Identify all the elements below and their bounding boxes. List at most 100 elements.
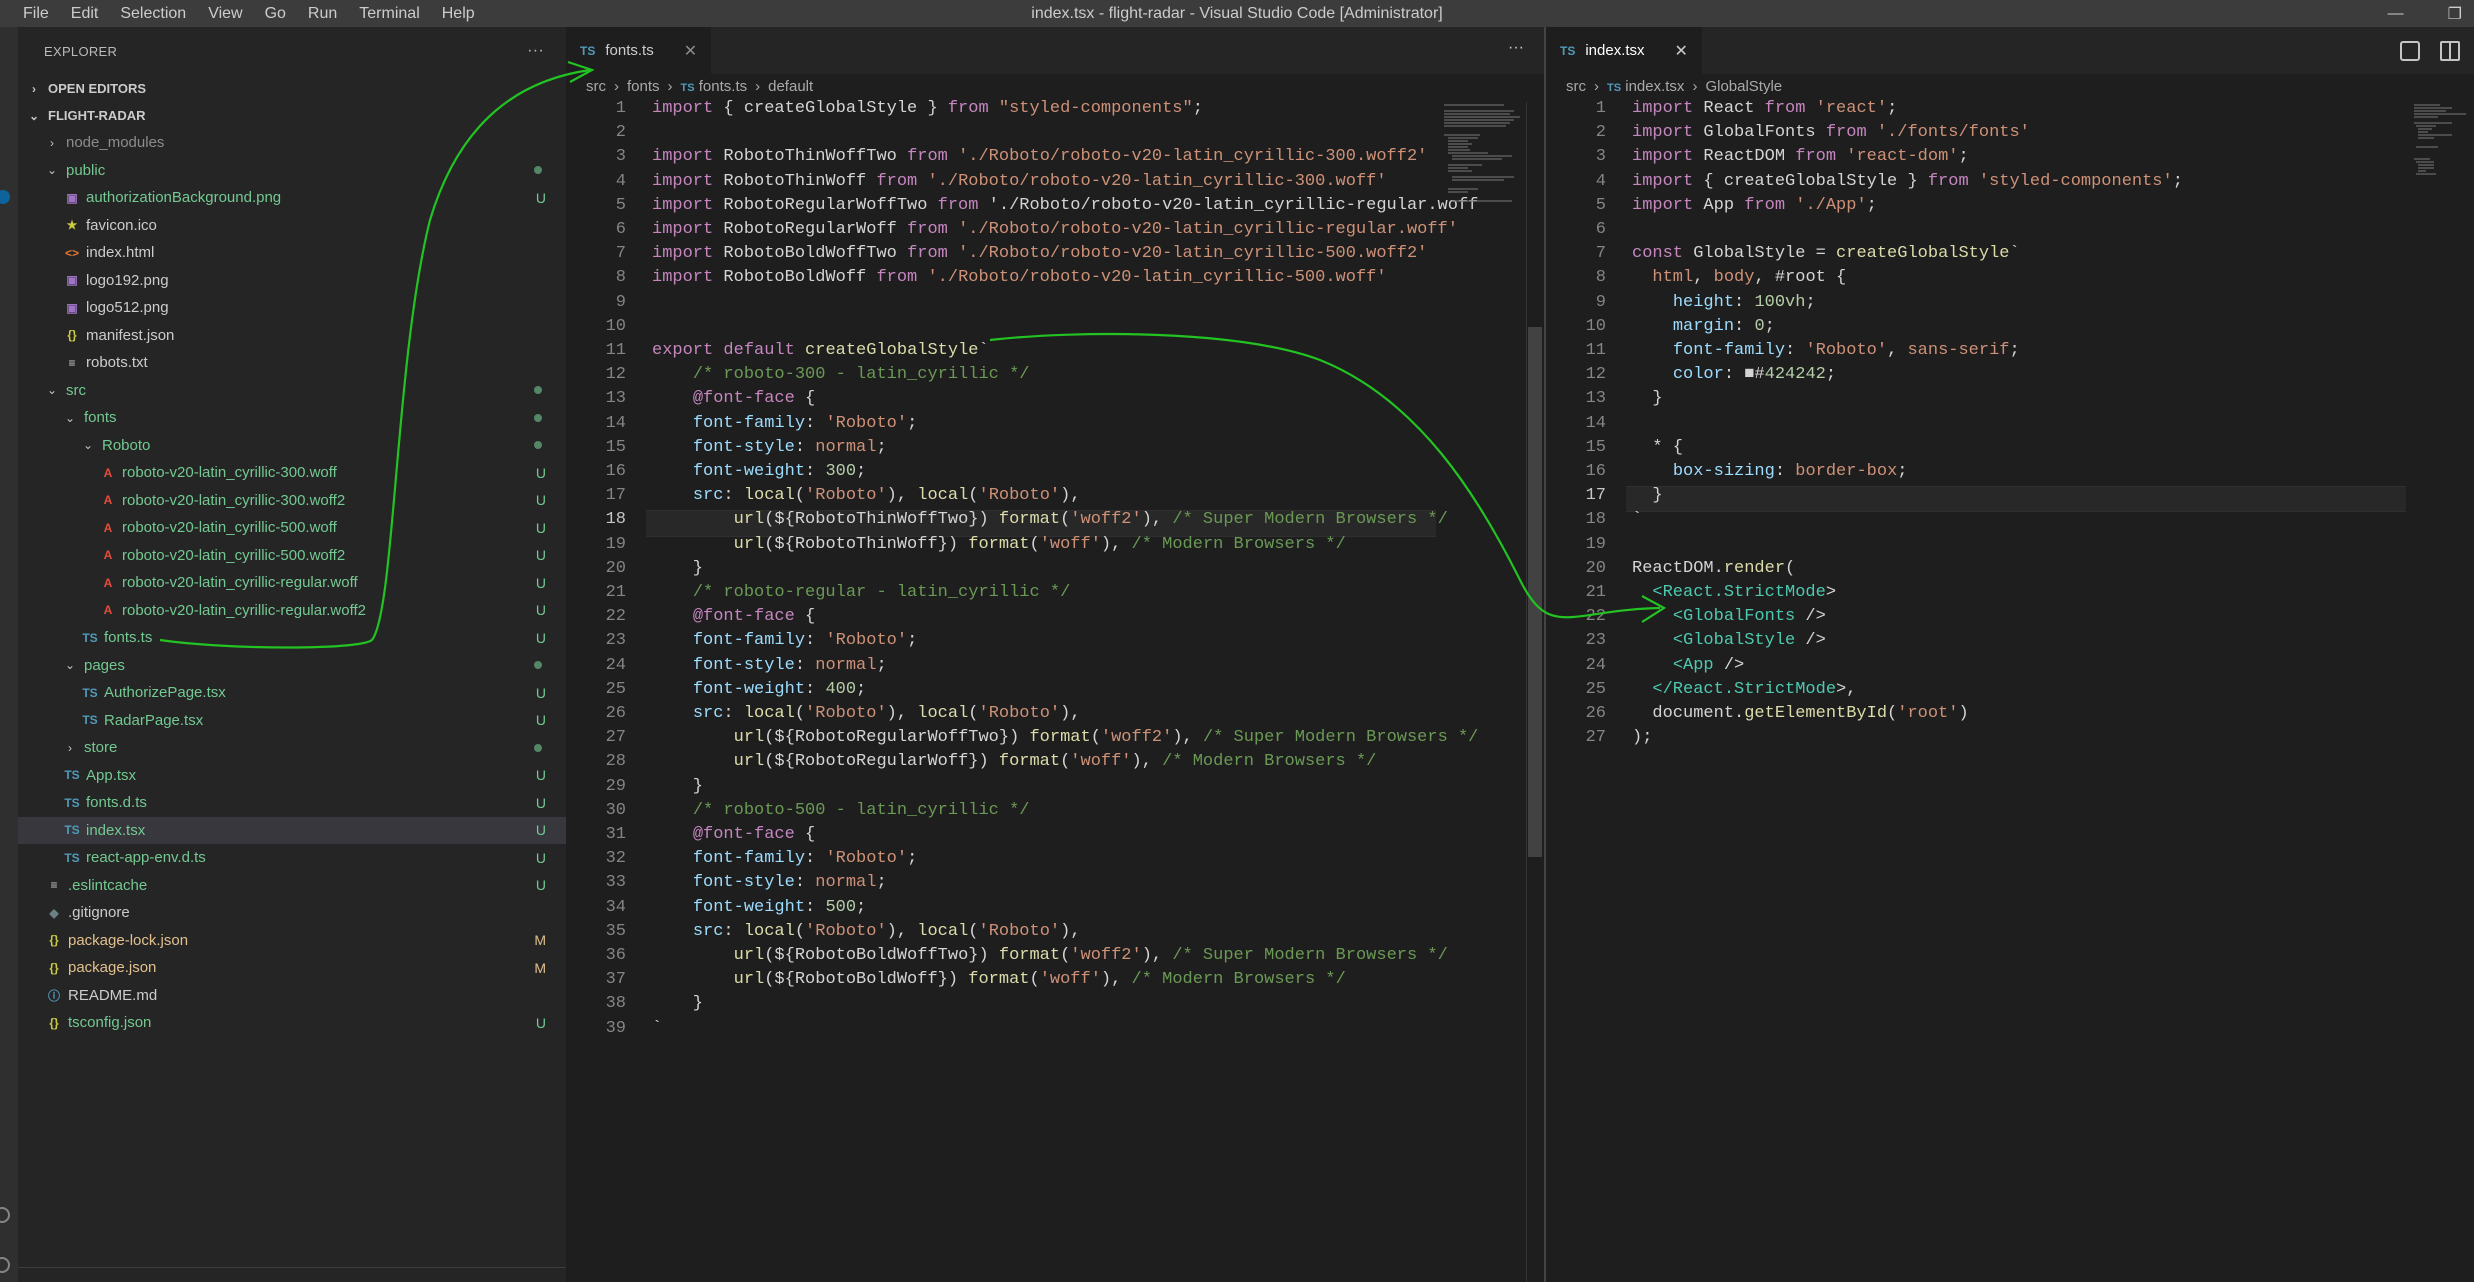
code-line[interactable]: </React.StrictMode>, bbox=[1632, 680, 1856, 699]
code-line[interactable]: import RobotoThinWoff from './Roboto/rob… bbox=[652, 172, 1387, 191]
menu-item-edit[interactable]: Edit bbox=[60, 5, 110, 23]
folder-store[interactable]: › store bbox=[18, 734, 566, 762]
folder-public[interactable]: ⌄ public bbox=[18, 157, 566, 185]
code-line[interactable]: font-family: 'Roboto', sans-serif; bbox=[1632, 341, 2020, 360]
explorer-more-button[interactable]: ··· bbox=[527, 42, 544, 60]
menu-item-file[interactable]: File bbox=[12, 5, 60, 23]
code-line[interactable]: font-style: normal; bbox=[652, 438, 887, 457]
file-package-json[interactable]: {} package.json M bbox=[18, 954, 566, 982]
account-icon[interactable] bbox=[0, 1207, 10, 1223]
breadcrumb-item[interactable]: fonts bbox=[627, 78, 660, 95]
code-line[interactable]: url(${RobotoThinWoffTwo}) format('woff2'… bbox=[652, 510, 1448, 529]
code-line[interactable]: url(${RobotoThinWoff}) format('woff'), /… bbox=[652, 535, 1346, 554]
code-line[interactable]: @font-face { bbox=[652, 607, 815, 626]
code-line[interactable]: import App from './App'; bbox=[1632, 196, 1877, 215]
file-tsconfig-json[interactable]: {} tsconfig.json U bbox=[18, 1009, 566, 1037]
folder-node-modules[interactable]: › node_modules bbox=[18, 129, 566, 157]
file-roboto-v20-latin-cyrillic-300-woff[interactable]: Aroboto-v20-latin_cyrillic-300.woff U bbox=[18, 459, 566, 487]
code-line[interactable]: src: local('Roboto'), local('Roboto'), bbox=[652, 922, 1081, 941]
code-line[interactable]: * { bbox=[1632, 438, 1683, 457]
code-line[interactable]: /* roboto-regular - latin_cyrillic */ bbox=[652, 583, 1070, 602]
minimize-icon[interactable]: — bbox=[2388, 5, 2404, 23]
code-line[interactable]: html, body, #root { bbox=[1632, 268, 1846, 287]
file-eslintcache[interactable]: ≡ .eslintcache U bbox=[18, 872, 566, 900]
code-line[interactable]: } bbox=[652, 994, 703, 1013]
code-line[interactable]: <React.StrictMode> bbox=[1632, 583, 1836, 602]
menu-item-go[interactable]: Go bbox=[254, 5, 297, 23]
source-control-badge-icon[interactable] bbox=[0, 190, 10, 204]
file-app-tsx[interactable]: TS App.tsx U bbox=[18, 762, 566, 790]
right-code-area[interactable]: 1 import React from 'react'; 2 import Globa… bbox=[1546, 99, 2474, 1279]
file-authorizationbackground-png[interactable]: ▣ authorizationBackground.png U bbox=[18, 184, 566, 212]
file-robots-txt[interactable]: ≡ robots.txt bbox=[18, 349, 566, 377]
breadcrumb-item[interactable]: default bbox=[768, 78, 813, 95]
code-line[interactable]: import RobotoBoldWoff from './Roboto/rob… bbox=[652, 268, 1387, 287]
file-react-app-env-d-ts[interactable]: TS react-app-env.d.ts U bbox=[18, 844, 566, 872]
code-line[interactable]: url(${RobotoBoldWoff}) format('woff'), /… bbox=[652, 970, 1346, 989]
code-line[interactable]: ); bbox=[1632, 728, 1652, 747]
code-line[interactable]: font-style: normal; bbox=[652, 656, 887, 675]
code-line[interactable]: } bbox=[1632, 389, 1662, 408]
menu-item-help[interactable]: Help bbox=[431, 5, 486, 23]
file-radarpage-tsx[interactable]: TS RadarPage.tsx U bbox=[18, 707, 566, 735]
code-line[interactable]: font-weight: 400; bbox=[652, 680, 866, 699]
code-line[interactable]: } bbox=[1632, 486, 1662, 505]
code-line[interactable]: url(${RobotoRegularWoff}) format('woff')… bbox=[652, 752, 1377, 771]
breadcrumb-item[interactable]: src bbox=[586, 78, 606, 95]
folder-roboto[interactable]: ⌄ Roboto bbox=[18, 432, 566, 460]
code-line[interactable]: color: ■#424242; bbox=[1632, 365, 1836, 384]
right-minimap[interactable] bbox=[2412, 102, 2472, 182]
code-line[interactable]: box-sizing: border-box; bbox=[1632, 462, 1908, 481]
folder-fonts[interactable]: ⌄ fonts bbox=[18, 404, 566, 432]
code-line[interactable]: src: local('Roboto'), local('Roboto'), bbox=[652, 486, 1081, 505]
file-package-lock-json[interactable]: {} package-lock.json M bbox=[18, 927, 566, 955]
restore-icon[interactable]: ❐ bbox=[2448, 4, 2462, 24]
file-roboto-v20-latin-cyrillic-300-woff2[interactable]: Aroboto-v20-latin_cyrillic-300.woff2 U bbox=[18, 487, 566, 515]
sidebar-scrollbar[interactable] bbox=[18, 1267, 566, 1268]
file-roboto-v20-latin-cyrillic-500-woff[interactable]: Aroboto-v20-latin_cyrillic-500.woff U bbox=[18, 514, 566, 542]
code-line[interactable]: import { createGlobalStyle } from 'style… bbox=[1632, 172, 2183, 191]
file-manifest-json[interactable]: {} manifest.json bbox=[18, 322, 566, 350]
code-line[interactable]: } bbox=[652, 559, 703, 578]
file-logo192-png[interactable]: ▣ logo192.png bbox=[18, 267, 566, 295]
left-minimap[interactable] bbox=[1440, 102, 1528, 212]
code-line[interactable]: import ReactDOM from 'react-dom'; bbox=[1632, 147, 1969, 166]
open-editors-section[interactable]: › OPEN EDITORS bbox=[18, 75, 566, 102]
code-line[interactable]: } bbox=[652, 777, 703, 796]
folder-pages[interactable]: ⌄ pages bbox=[18, 652, 566, 680]
code-line[interactable]: <GlobalStyle /> bbox=[1632, 631, 1826, 650]
file-index-tsx[interactable]: TS index.tsx U bbox=[18, 816, 566, 844]
file-favicon-ico[interactable]: ★ favicon.ico bbox=[18, 212, 566, 240]
code-line[interactable]: url(${RobotoBoldWoffTwo}) format('woff2'… bbox=[652, 946, 1448, 965]
code-line[interactable]: ` bbox=[652, 1019, 662, 1038]
left-code-area[interactable]: 1 import { createGlobalStyle } from "styl… bbox=[566, 99, 1544, 1279]
menu-item-run[interactable]: Run bbox=[297, 5, 348, 23]
code-line[interactable]: /* roboto-500 - latin_cyrillic */ bbox=[652, 801, 1030, 820]
code-line[interactable]: import GlobalFonts from './fonts/fonts' bbox=[1632, 123, 2030, 142]
tab-fonts-ts[interactable]: TS fonts.ts ✕ bbox=[566, 27, 712, 74]
breadcrumb-item[interactable]: TS index.tsx bbox=[1607, 78, 1684, 95]
file-logo512-png[interactable]: ▣ logo512.png bbox=[18, 294, 566, 322]
split-editor-icon[interactable] bbox=[2440, 41, 2460, 61]
code-line[interactable]: src: local('Roboto'), local('Roboto'), bbox=[652, 704, 1081, 723]
code-line[interactable]: import RobotoThinWoffTwo from './Roboto/… bbox=[652, 147, 1427, 166]
close-icon[interactable]: ✕ bbox=[684, 41, 697, 61]
file-readme-md[interactable]: ⓘ README.md bbox=[18, 982, 566, 1010]
code-line[interactable]: height: 100vh; bbox=[1632, 293, 1816, 312]
code-line[interactable]: font-family: 'Roboto'; bbox=[652, 849, 917, 868]
code-line[interactable]: url(${RobotoRegularWoffTwo}) format('wof… bbox=[652, 728, 1479, 747]
code-line[interactable]: import RobotoRegularWoffTwo from './Robo… bbox=[652, 196, 1478, 215]
file-index-html[interactable]: <> index.html bbox=[18, 239, 566, 267]
code-line[interactable]: import RobotoBoldWoffTwo from './Roboto/… bbox=[652, 244, 1427, 263]
code-line[interactable]: font-weight: 500; bbox=[652, 898, 866, 917]
code-line[interactable]: ReactDOM.render( bbox=[1632, 559, 1795, 578]
file-roboto-v20-latin-cyrillic-regular-woff[interactable]: Aroboto-v20-latin_cyrillic-regular.woff U bbox=[18, 569, 566, 597]
file-gitignore[interactable]: ◆ .gitignore bbox=[18, 899, 566, 927]
editor-more-button[interactable]: ··· bbox=[1508, 39, 1524, 57]
file-roboto-v20-latin-cyrillic-regular-woff2[interactable]: Aroboto-v20-latin_cyrillic-regular.woff2… bbox=[18, 597, 566, 625]
settings-icon[interactable] bbox=[0, 1257, 10, 1273]
left-editor-scrollbar[interactable] bbox=[1528, 327, 1542, 857]
code-line[interactable]: export default createGlobalStyle` bbox=[652, 341, 989, 360]
menu-item-selection[interactable]: Selection bbox=[109, 5, 197, 23]
code-line[interactable]: <GlobalFonts /> bbox=[1632, 607, 1826, 626]
